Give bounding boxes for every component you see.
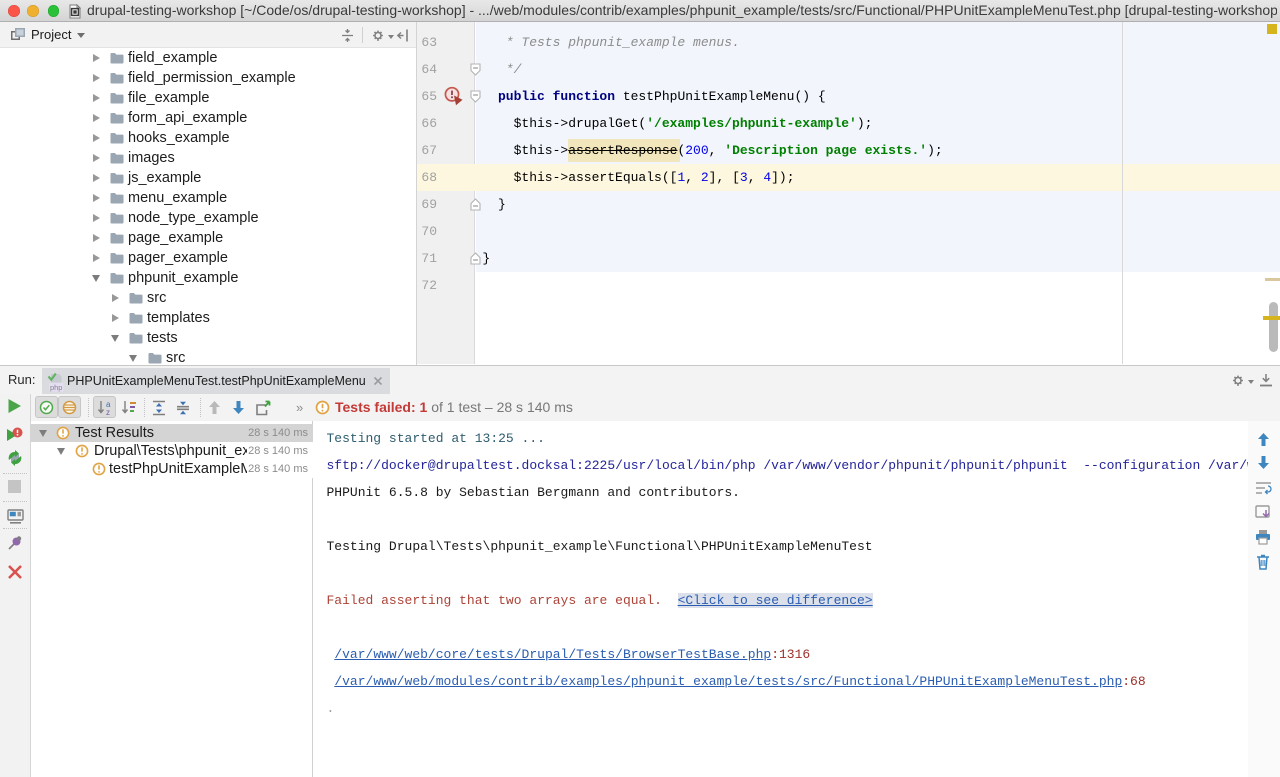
svg-text:php: php xyxy=(50,383,63,392)
svg-text:z: z xyxy=(106,408,110,416)
